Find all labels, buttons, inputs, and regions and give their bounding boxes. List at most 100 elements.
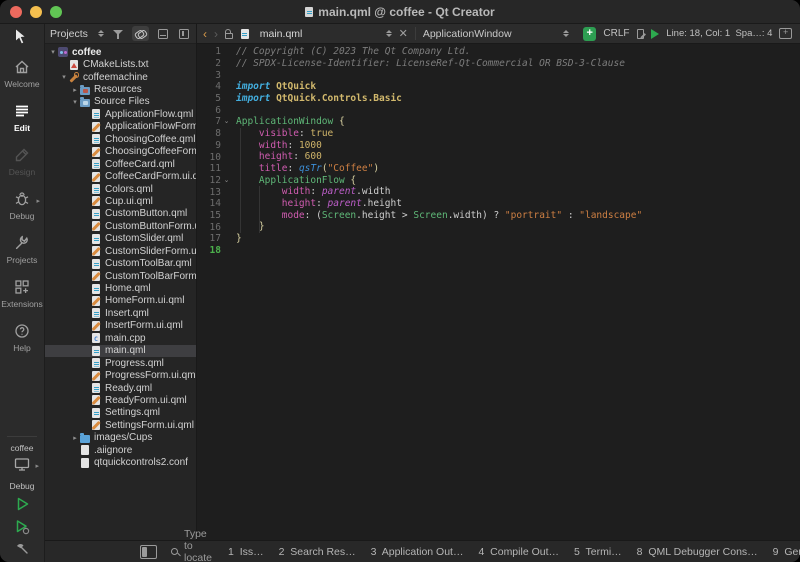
tree-item[interactable]: main.qml [45,345,196,357]
code-line[interactable]: height: 600 [236,151,800,163]
gutter-line[interactable]: 2 [197,58,232,70]
mode-extensions[interactable]: Extensions [0,271,44,315]
fold-marker-icon[interactable]: ⌄ [221,177,232,184]
tree-item[interactable]: CoffeeCard.qml [45,158,196,170]
nav-forward-icon[interactable]: › [214,28,218,40]
tree-item[interactable]: ▸Resources [45,83,196,95]
code-line[interactable]: import QtQuick [236,81,800,93]
tree-item[interactable]: Cup.ui.qml [45,195,196,207]
output-pane-button[interactable]: 9 General Messa… [773,546,800,558]
tree-item[interactable]: SettingsForm.ui.qml [45,419,196,431]
ai-assistant-badge[interactable]: + [583,27,596,41]
tree-item[interactable]: main.cpp [45,332,196,344]
tree-item[interactable]: ChoosingCoffeeForm.ui.qml [45,146,196,158]
code-line[interactable]: import QtQuick.Controls.Basic [236,93,800,105]
gutter-line[interactable]: 6 [197,104,232,116]
code-line[interactable]: visible: true [236,128,800,140]
code-line[interactable]: // SPDX-License-Identifier: LicenseRef-Q… [236,58,800,70]
file-properties-icon[interactable] [637,29,645,39]
output-pane-button[interactable]: 1 Iss… [228,546,264,558]
tree-item[interactable]: ApplicationFlow.qml [45,108,196,120]
expander-icon[interactable]: ▾ [70,98,80,106]
tree-item[interactable]: HomeForm.ui.qml [45,295,196,307]
code-line[interactable]: ApplicationFlow { [236,175,800,187]
output-pane-button[interactable]: 5 Termi… [574,546,622,558]
pane-selector-dropdown[interactable]: Projects [50,28,104,40]
code-line[interactable]: title: qsTr("Coffee") [236,163,800,175]
expander-icon[interactable]: ▾ [48,48,58,56]
filter-icon[interactable] [111,27,125,41]
tree-item[interactable]: Colors.qml [45,183,196,195]
gutter-line[interactable]: 7⌄ [197,116,232,128]
tree-item[interactable]: ▾coffeemachine [45,71,196,83]
gutter-line[interactable]: 13 [197,186,232,198]
code-line[interactable]: mode: (Screen.height > Screen.width) ? "… [236,210,800,222]
tree-item[interactable]: ▾Source Files [45,96,196,108]
tree-item[interactable]: CustomButtonForm.ui.qml [45,220,196,232]
gutter-line[interactable]: 15 [197,210,232,222]
outline-selector-dropdown[interactable]: ApplicationWindow [423,28,569,40]
gutter-line[interactable]: 3 [197,69,232,81]
tree-item[interactable]: Progress.qml [45,357,196,369]
tree-item[interactable]: ReadyForm.ui.qml [45,394,196,406]
output-pane-button[interactable]: 8 QML Debugger Cons… [637,546,758,558]
expander-icon[interactable]: ▾ [59,73,69,81]
code-line[interactable]: height: parent.height [236,198,800,210]
tree-item[interactable]: CustomToolBar.qml [45,257,196,269]
tree-item[interactable]: CustomSliderForm.ui.qml [45,245,196,257]
code-line[interactable] [236,104,800,116]
code-line[interactable]: ApplicationWindow { [236,116,800,128]
split-editor-icon[interactable] [779,28,792,39]
nav-back-icon[interactable]: ‹ [203,28,207,40]
mode-welcome[interactable]: Welcome [0,51,44,95]
gutter-line[interactable]: 9 [197,140,232,152]
tree-item[interactable]: CoffeeCardForm.ui.qml [45,170,196,182]
mode-help[interactable]: Help [0,315,44,359]
tree-item[interactable]: ▸images/Cups [45,432,196,444]
link-editor-icon[interactable] [132,26,149,41]
output-pane-button[interactable]: 4 Compile Out… [478,546,559,558]
code-line[interactable] [236,245,800,257]
tree-item[interactable]: CustomSlider.qml [45,233,196,245]
mode-debug[interactable]: ▸ Debug [0,183,44,227]
code-line[interactable]: width: parent.width [236,186,800,198]
code-line[interactable]: } [236,221,800,233]
gutter-line[interactable]: 10 [197,151,232,163]
code-line[interactable]: width: 1000 [236,140,800,152]
close-document-icon[interactable]: ✕ [399,27,408,40]
gutter-line[interactable]: 17 [197,233,232,245]
code-line[interactable] [236,69,800,81]
tree-item[interactable]: CustomToolBarForm.ui.qml [45,270,196,282]
mode-edit[interactable]: Edit [0,95,44,139]
line-ending-selector[interactable]: CRLF [603,28,629,39]
open-document-selector[interactable]: main.qml [240,28,392,40]
mode-projects[interactable]: Projects [0,227,44,271]
run-file-icon[interactable] [651,29,659,39]
code-view[interactable]: // Copyright (C) 2023 The Qt Company Ltd… [232,44,800,540]
gutter-line[interactable]: 4 [197,81,232,93]
expander-icon[interactable]: ▸ [70,86,80,94]
expander-icon[interactable]: ▸ [70,434,80,442]
gutter-line[interactable]: 14 [197,198,232,210]
tree-item[interactable]: Ready.qml [45,382,196,394]
gutter-line[interactable]: 5 [197,93,232,105]
toggle-left-sidebar-icon[interactable] [140,545,157,559]
build-button[interactable] [13,540,31,558]
collapse-panel-icon[interactable] [177,27,191,41]
tree-item[interactable]: Settings.qml [45,407,196,419]
tree-item[interactable]: ProgressForm.ui.qml [45,369,196,381]
gutter-line[interactable]: 18 [197,245,232,257]
run-button[interactable] [12,494,32,514]
gutter-line[interactable]: 11 [197,163,232,175]
tree-item[interactable]: CustomButton.qml [45,208,196,220]
tree-item[interactable]: InsertForm.ui.qml [45,320,196,332]
output-pane-button[interactable]: 3 Application Out… [371,546,464,558]
fold-marker-icon[interactable]: ⌄ [221,118,232,125]
gutter-line[interactable]: 8 [197,128,232,140]
debug-run-button[interactable] [12,517,32,537]
output-pane-button[interactable]: 2 Search Res… [279,546,356,558]
gutter-line[interactable]: 12⌄ [197,175,232,187]
tree-item[interactable]: CMakeLists.txt [45,58,196,70]
gutter-line[interactable]: 16 [197,221,232,233]
tree-item[interactable]: Home.qml [45,282,196,294]
